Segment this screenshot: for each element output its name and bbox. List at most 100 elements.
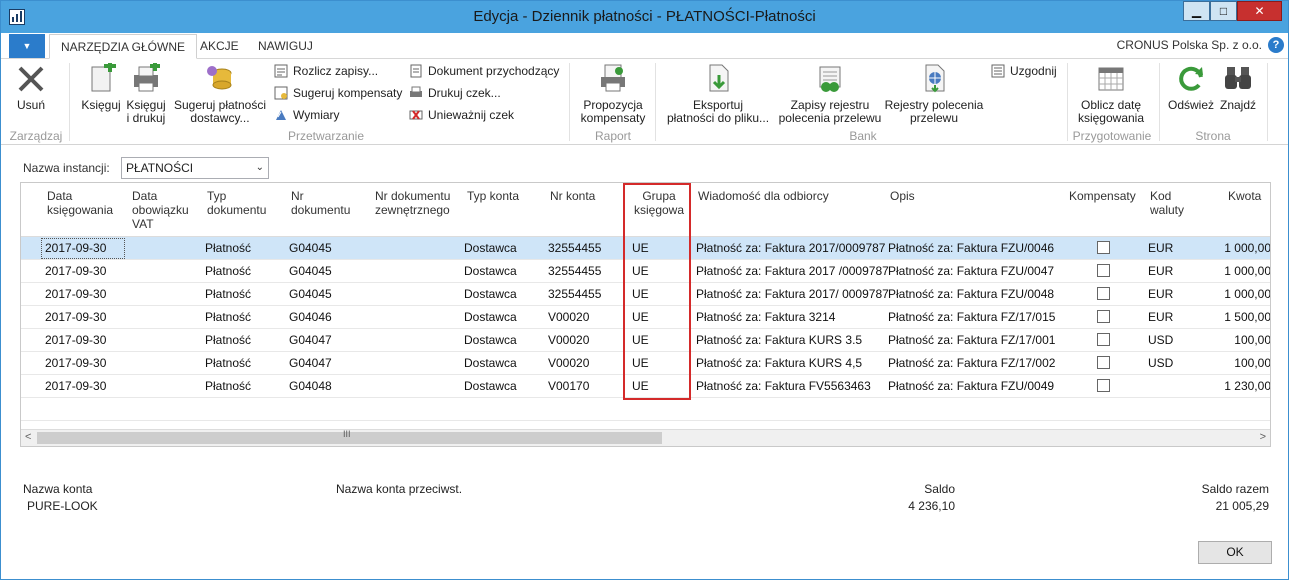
cell-amount[interactable]: 1 230,00 (1191, 379, 1270, 393)
cell-posting-date[interactable]: 2017-09-30 (45, 310, 106, 324)
cell-document-no[interactable]: G04047 (289, 356, 332, 370)
cell-document-type[interactable]: Płatność (205, 287, 251, 301)
cell-amount[interactable]: 100,00 (1191, 333, 1270, 347)
cell-posting-date[interactable]: 2017-09-30 (45, 379, 106, 393)
header-vat-date[interactable]: Data obowiązku VAT (132, 189, 189, 231)
offset-checkbox[interactable] (1097, 310, 1110, 323)
cell-account-no[interactable]: V00020 (548, 310, 589, 324)
cell-document-no[interactable]: G04045 (289, 264, 332, 278)
cell-document-type[interactable]: Płatność (205, 333, 251, 347)
header-recipient-message[interactable]: Wiadomość dla odbiorcy (698, 189, 829, 203)
ok-button[interactable]: OK (1198, 541, 1272, 564)
cell-posting-date[interactable]: 2017-09-30 (45, 241, 106, 255)
cell-recipient-message[interactable]: Płatność za: Faktura 2017/ 0009787 (696, 287, 889, 301)
scroll-right-icon[interactable]: > (1260, 431, 1266, 443)
header-offset[interactable]: Kompensaty (1069, 189, 1136, 203)
cell-account-type[interactable]: Dostawca (464, 333, 517, 347)
cell-account-type[interactable]: Dostawca (464, 379, 517, 393)
cell-account-no[interactable]: V00020 (548, 356, 589, 370)
cell-amount[interactable]: 1 000,00 (1191, 287, 1270, 301)
cell-recipient-message[interactable]: Płatność za: Faktura KURS 4,5 (696, 356, 862, 370)
cell-amount[interactable]: 1 500,00 (1191, 310, 1270, 324)
cell-document-no[interactable]: G04046 (289, 310, 332, 324)
find-button[interactable]: Znajdź (1215, 63, 1261, 112)
cell-description[interactable]: Płatność za: Faktura FZU/0049 (888, 379, 1054, 393)
cell-description[interactable]: Płatność za: Faktura FZ/17/015 (888, 310, 1055, 324)
post-and-print-button[interactable]: Księguj i drukuj (123, 61, 169, 125)
suggest-vendor-payments-button[interactable]: Sugeruj płatności dostawcy... (171, 63, 269, 125)
offset-checkbox[interactable] (1097, 264, 1110, 277)
cell-account-no[interactable]: 32554455 (548, 241, 601, 255)
incoming-document-button[interactable]: Dokument przychodzący (409, 63, 559, 79)
cell-recipient-message[interactable]: Płatność za: Faktura 2017/0009787 (696, 241, 885, 255)
offset-proposal-button[interactable]: Propozycja kompensaty (575, 63, 651, 125)
instance-name-select[interactable]: PŁATNOŚCI ⌄ (121, 157, 269, 179)
apply-entries-button[interactable]: Rozlicz zapisy... (274, 63, 378, 79)
tab-akcje[interactable]: AKCJE (189, 34, 250, 59)
cell-currency-code[interactable]: EUR (1148, 287, 1173, 301)
cell-document-no[interactable]: G04045 (289, 287, 332, 301)
offset-checkbox[interactable] (1097, 356, 1110, 369)
cell-amount[interactable]: 1 000,00 (1191, 264, 1270, 278)
cell-document-type[interactable]: Płatność (205, 310, 251, 324)
credit-transfer-registers-button[interactable]: Rejestry polecenia przelewu (883, 63, 985, 125)
cell-posting-date[interactable]: 2017-09-30 (45, 264, 106, 278)
cell-currency-code[interactable]: USD (1148, 356, 1173, 370)
offset-checkbox[interactable] (1097, 287, 1110, 300)
cell-description[interactable]: Płatność za: Faktura FZU/0046 (888, 241, 1054, 255)
cell-document-type[interactable]: Płatność (205, 356, 251, 370)
cell-recipient-message[interactable]: Płatność za: Faktura KURS 3.5 (696, 333, 862, 347)
cell-document-no[interactable]: G04045 (289, 241, 332, 255)
cell-currency-code[interactable]: EUR (1148, 310, 1173, 324)
cell-posting-date[interactable]: 2017-09-30 (45, 333, 106, 347)
header-description[interactable]: Opis (890, 189, 915, 203)
header-posting-date[interactable]: Data księgowania (47, 189, 113, 217)
cell-description[interactable]: Płatność za: Faktura FZ/17/002 (888, 356, 1055, 370)
cell-currency-code[interactable]: USD (1148, 333, 1173, 347)
credit-transfer-entries-button[interactable]: Zapisy rejestru polecenia przelewu (777, 63, 883, 125)
cell-currency-code[interactable]: EUR (1148, 241, 1173, 255)
cell-recipient-message[interactable]: Płatność za: Faktura 2017 /0009787 (696, 264, 889, 278)
cell-description[interactable]: Płatność za: Faktura FZU/0048 (888, 287, 1054, 301)
cell-account-type[interactable]: Dostawca (464, 264, 517, 278)
cell-account-no[interactable]: V00170 (548, 379, 589, 393)
cell-amount[interactable]: 1 000,00 (1191, 241, 1270, 255)
header-account-no[interactable]: Nr konta (550, 189, 595, 203)
tab-nawiguj[interactable]: NAWIGUJ (247, 34, 324, 59)
scroll-left-icon[interactable]: < (25, 431, 31, 443)
minimize-button[interactable]: ▁ (1183, 1, 1210, 21)
cell-document-type[interactable]: Płatność (205, 379, 251, 393)
horizontal-scrollbar[interactable]: < III > (21, 429, 1270, 446)
cell-document-type[interactable]: Płatność (205, 241, 251, 255)
delete-button[interactable]: Usuń (11, 63, 51, 112)
cell-description[interactable]: Płatność za: Faktura FZU/0047 (888, 264, 1054, 278)
header-external-document-no[interactable]: Nr dokumentu zewnętrznego (375, 189, 450, 217)
cell-document-type[interactable]: Płatność (205, 264, 251, 278)
refresh-button[interactable]: Odśwież (1165, 63, 1217, 112)
cell-currency-code[interactable]: EUR (1148, 264, 1173, 278)
header-amount[interactable]: Kwota (1228, 189, 1261, 203)
suggest-offsets-button[interactable]: Sugeruj kompensaty (274, 85, 402, 101)
cell-posting-date[interactable]: 2017-09-30 (45, 287, 106, 301)
void-check-button[interactable]: Unieważnij czek (409, 107, 514, 123)
cell-account-type[interactable]: Dostawca (464, 241, 517, 255)
dimensions-button[interactable]: Wymiary (274, 107, 340, 123)
print-check-button[interactable]: Drukuj czek... (409, 85, 501, 101)
export-payments-button[interactable]: Eksportuj płatności do pliku... (661, 63, 775, 125)
maximize-button[interactable]: □ (1210, 1, 1237, 21)
cell-recipient-message[interactable]: Płatność za: Faktura FV5563463 (696, 379, 871, 393)
cell-account-type[interactable]: Dostawca (464, 287, 517, 301)
tab-narzedzia-glowne[interactable]: NARZĘDZIA GŁÓWNE (49, 34, 198, 59)
reconcile-button[interactable]: Uzgodnij (991, 63, 1057, 79)
cell-account-type[interactable]: Dostawca (464, 356, 517, 370)
cell-account-no[interactable]: V00020 (548, 333, 589, 347)
header-document-no[interactable]: Nr dokumentu (291, 189, 350, 217)
cell-account-type[interactable]: Dostawca (464, 310, 517, 324)
cell-account-no[interactable]: 32554455 (548, 287, 601, 301)
app-menu-button[interactable]: ▼ (9, 34, 45, 58)
offset-checkbox[interactable] (1097, 379, 1110, 392)
help-icon[interactable]: ? (1268, 37, 1284, 53)
cell-posting-date[interactable]: 2017-09-30 (45, 356, 106, 370)
cell-recipient-message[interactable]: Płatność za: Faktura 3214 (696, 310, 835, 324)
cell-document-no[interactable]: G04048 (289, 379, 332, 393)
